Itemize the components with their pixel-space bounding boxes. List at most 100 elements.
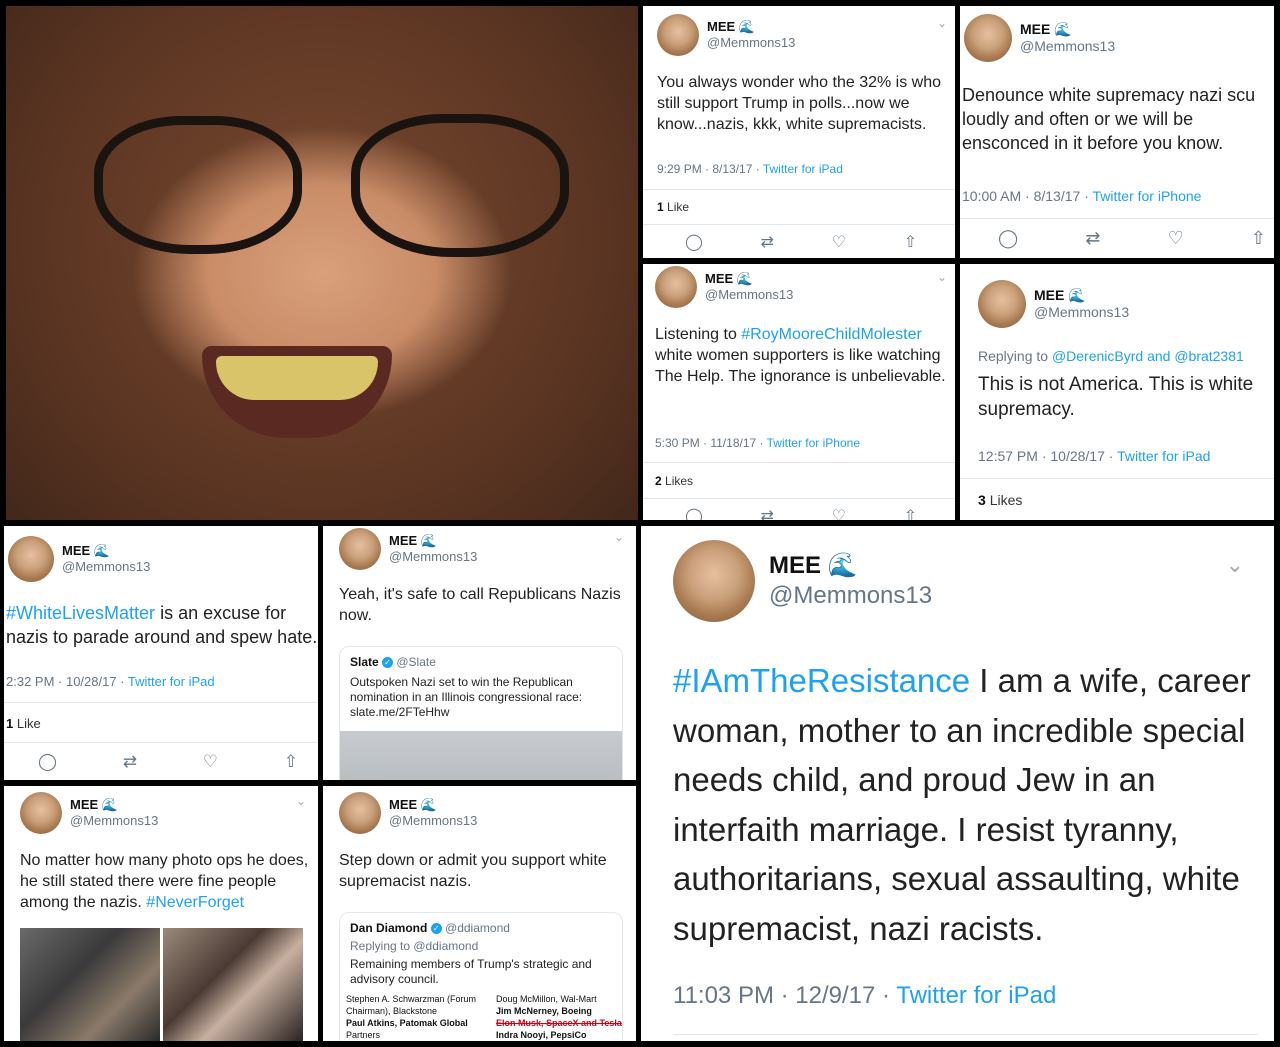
tweet-photo-right[interactable] bbox=[163, 928, 303, 1041]
like-icon[interactable]: ♡ bbox=[203, 752, 218, 772]
tweet-text: Yeah, it's safe to call Republicans Nazi… bbox=[339, 586, 621, 625]
retweet-icon[interactable]: ⇄ bbox=[761, 232, 774, 252]
wave-icon: 🌊 bbox=[101, 797, 118, 812]
tweet-card: MEE 🌊 @Memmons13 ⌄ #IAmTheResistance I a… bbox=[641, 526, 1274, 1041]
tweet-text: This is not America. This is white supre… bbox=[978, 374, 1254, 421]
likes-count[interactable]: 2 Likes bbox=[655, 474, 693, 488]
avatar[interactable] bbox=[20, 792, 62, 834]
tweet-source[interactable]: Twitter for iPhone bbox=[767, 436, 860, 450]
quoted-tweet[interactable]: Dan Diamond ✓ @ddiamond Replying to @ddi… bbox=[339, 912, 623, 1041]
tweet-timestamp: 5:30 PM · 11/18/17 · Twitter for iPhone bbox=[655, 436, 860, 450]
share-icon[interactable]: ⇧ bbox=[1251, 228, 1266, 249]
avatar[interactable] bbox=[339, 528, 381, 570]
tweet-card: MEE 🌊 @Memmons13 Denounce white supremac… bbox=[960, 6, 1274, 258]
user-handle[interactable]: @Memmons13 bbox=[389, 549, 477, 565]
display-name[interactable]: MEE bbox=[389, 797, 417, 812]
display-name[interactable]: MEE bbox=[707, 19, 735, 34]
hashtag-link[interactable]: #RoyMooreChildMolester bbox=[741, 326, 922, 343]
glasses-left-lens bbox=[94, 116, 302, 254]
tweet-timestamp: 12:57 PM · 10/28/17 · Twitter for iPad bbox=[978, 448, 1211, 464]
quote-author-handle: @Slate bbox=[396, 655, 436, 669]
quote-reply-context: Replying to @ddiamond bbox=[350, 939, 479, 953]
tweet-card: MEE 🌊 @Memmons13 ⌄ You always wonder who… bbox=[643, 6, 955, 258]
tweet-card: MEE 🌊 @Memmons13 ⌄ Listening to #RoyMoor… bbox=[643, 264, 955, 520]
tweet-source[interactable]: Twitter for iPad bbox=[896, 982, 1056, 1009]
display-name[interactable]: MEE bbox=[769, 552, 821, 579]
likes-count[interactable]: 1 Like bbox=[657, 200, 689, 214]
avatar[interactable] bbox=[339, 792, 381, 834]
reply-context: Replying to @DerenicByrd and @brat2381 bbox=[978, 348, 1244, 364]
chevron-down-icon[interactable]: ⌄ bbox=[937, 16, 947, 30]
display-name[interactable]: MEE bbox=[389, 533, 417, 548]
avatar[interactable] bbox=[657, 14, 699, 56]
wave-icon: 🌊 bbox=[738, 19, 755, 34]
quote-media bbox=[340, 731, 622, 780]
user-handle[interactable]: @Memmons13 bbox=[769, 581, 932, 611]
reply-icon[interactable]: ◯ bbox=[998, 228, 1018, 249]
quote-author-handle: @ddiamond bbox=[445, 921, 510, 935]
display-name[interactable]: MEE bbox=[1020, 21, 1050, 37]
quote-image-names-right: Doug McMillon, Wal-Mart Jim McNerney, Bo… bbox=[496, 994, 622, 1040]
like-icon[interactable]: ♡ bbox=[832, 232, 846, 252]
tweet-card: MEE 🌊 @Memmons13 Replying to @DerenicByr… bbox=[960, 264, 1274, 520]
display-name[interactable]: MEE bbox=[62, 543, 90, 558]
hashtag-link[interactable]: #IAmTheResistance bbox=[673, 662, 970, 699]
display-name[interactable]: MEE bbox=[705, 271, 733, 286]
user-handle[interactable]: @Memmons13 bbox=[389, 813, 477, 829]
tweet-source[interactable]: Twitter for iPad bbox=[763, 162, 843, 176]
retweet-icon[interactable]: ⇄ bbox=[123, 752, 137, 772]
reply-icon[interactable]: ◯ bbox=[38, 752, 57, 772]
user-handle[interactable]: @Memmons13 bbox=[707, 35, 795, 51]
quoted-tweet[interactable]: Slate ✓ @Slate Outspoken Nazi set to win… bbox=[339, 646, 623, 780]
share-icon[interactable]: ⇧ bbox=[284, 752, 298, 772]
display-name[interactable]: MEE bbox=[1034, 287, 1064, 303]
verified-icon: ✓ bbox=[430, 923, 442, 935]
wave-icon: 🌊 bbox=[420, 533, 437, 548]
tweet-text: #WhiteLivesMatter is an excuse for nazis… bbox=[6, 603, 318, 647]
likes-count[interactable]: 1 Like bbox=[6, 716, 41, 731]
avatar[interactable] bbox=[673, 540, 755, 622]
user-handle[interactable]: @Memmons13 bbox=[1020, 38, 1115, 55]
hashtag-link[interactable]: #WhiteLivesMatter bbox=[6, 603, 155, 623]
display-name[interactable]: MEE bbox=[70, 797, 98, 812]
tweet-text: #IAmTheResistance I am a wife, career wo… bbox=[673, 662, 1251, 947]
reply-icon[interactable]: ◯ bbox=[685, 506, 703, 520]
quote-author-name: Slate bbox=[350, 655, 379, 669]
quote-image-names-left: Stephen A. Schwarzman (Forum Chairman), … bbox=[346, 994, 477, 1040]
user-handle[interactable]: @Memmons13 bbox=[62, 559, 150, 575]
reply-to-link[interactable]: @DerenicByrd and @brat2381 bbox=[1052, 348, 1244, 364]
chevron-down-icon[interactable]: ⌄ bbox=[1226, 552, 1244, 578]
avatar[interactable] bbox=[8, 536, 54, 582]
tweet-card: MEE 🌊 @Memmons13 Step down or admit you … bbox=[323, 786, 636, 1041]
tweet-photo-left[interactable] bbox=[20, 928, 160, 1041]
share-icon[interactable]: ⇧ bbox=[904, 232, 917, 252]
like-icon[interactable]: ♡ bbox=[832, 506, 846, 520]
user-handle[interactable]: @Memmons13 bbox=[1034, 304, 1129, 321]
chevron-down-icon[interactable]: ⌄ bbox=[296, 794, 306, 808]
quote-text: Outspoken Nazi set to win the Republican… bbox=[350, 675, 583, 719]
tweet-source[interactable]: Twitter for iPad bbox=[1117, 448, 1210, 464]
wave-icon: 🌊 bbox=[827, 552, 858, 579]
avatar[interactable] bbox=[655, 266, 697, 308]
quote-text: Remaining members of Trump's strategic a… bbox=[350, 957, 592, 986]
tweet-timestamp: 11:03 PM · 12/9/17 · Twitter for iPad bbox=[673, 982, 1057, 1009]
chevron-down-icon[interactable]: ⌄ bbox=[937, 270, 947, 284]
retweet-icon[interactable]: ⇄ bbox=[1085, 228, 1100, 249]
tweet-source[interactable]: Twitter for iPad bbox=[128, 674, 215, 689]
retweet-icon[interactable]: ⇄ bbox=[761, 506, 774, 520]
share-icon[interactable]: ⇧ bbox=[904, 506, 917, 520]
user-handle[interactable]: @Memmons13 bbox=[705, 287, 793, 303]
wave-icon: 🌊 bbox=[420, 797, 437, 812]
hashtag-link[interactable]: #NeverForget bbox=[146, 894, 244, 911]
tweet-source[interactable]: Twitter for iPhone bbox=[1093, 188, 1202, 204]
avatar[interactable] bbox=[978, 280, 1026, 328]
chevron-down-icon[interactable]: ⌄ bbox=[614, 530, 624, 544]
like-icon[interactable]: ♡ bbox=[1168, 228, 1184, 249]
profile-photo bbox=[6, 6, 638, 520]
reply-icon[interactable]: ◯ bbox=[685, 232, 703, 252]
user-handle[interactable]: @Memmons13 bbox=[70, 813, 158, 829]
wave-icon: 🌊 bbox=[736, 271, 753, 286]
tweet-text: Step down or admit you support white sup… bbox=[339, 852, 607, 891]
avatar[interactable] bbox=[964, 14, 1012, 62]
likes-count[interactable]: 3 Likes bbox=[978, 492, 1022, 508]
